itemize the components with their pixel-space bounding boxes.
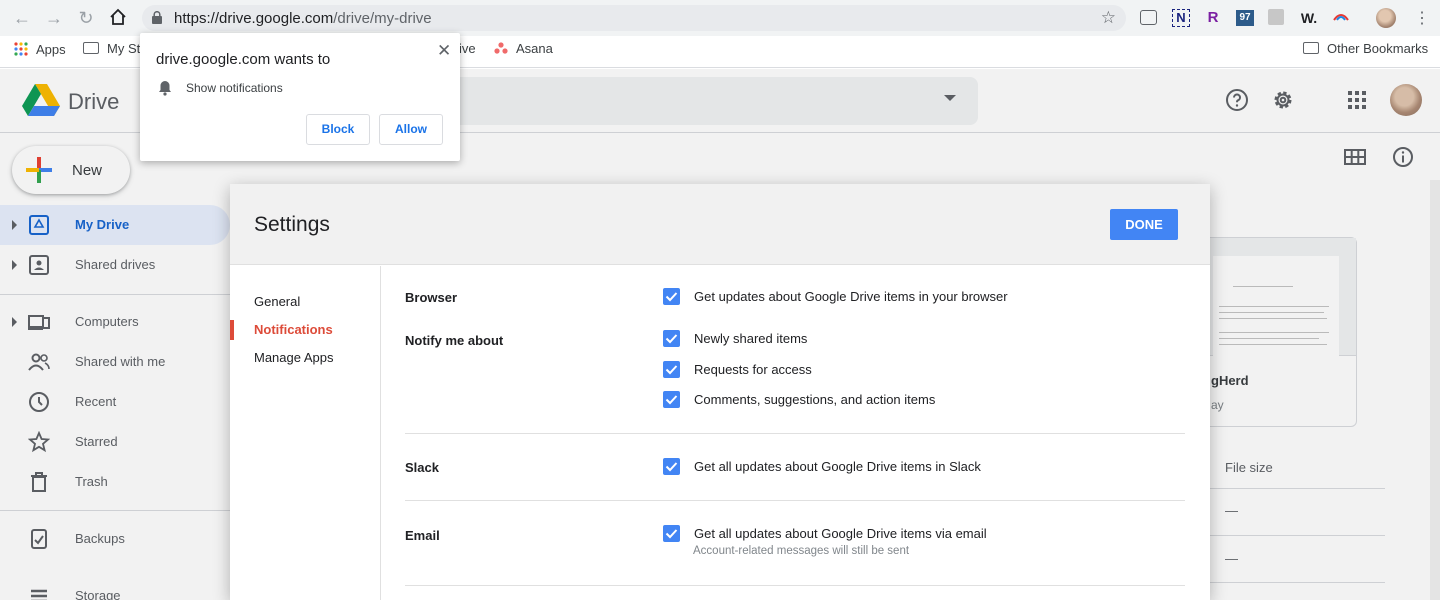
checkbox-checked[interactable] [663,525,680,542]
bookmark-drive[interactable]: ive [459,42,476,62]
option-label: Newly shared items [694,331,808,346]
asana-icon [494,42,508,54]
close-icon[interactable]: ✕ [437,41,451,61]
option-label: Comments, suggestions, and action items [694,392,936,407]
section-divider [405,585,1185,586]
folder-icon [1303,42,1319,54]
extension-grey-icon[interactable] [1268,9,1284,25]
option-label: Get updates about Google Drive items in … [694,289,1008,304]
checkmark-icon [665,334,678,344]
section-label-browser: Browser [405,290,458,305]
bookmark-star-icon[interactable]: ☆ [1101,8,1116,28]
checkmark-icon [665,292,678,302]
settings-nav [230,266,381,600]
permission-request-text: Show notifications [186,81,283,95]
address-bar[interactable]: https://drive.google.com/drive/my-drive … [142,5,1126,31]
browser-menu-icon[interactable]: ⋮ [1414,8,1430,28]
section-label-email: Email [405,528,440,543]
extension-rainbow-icon[interactable] [1332,9,1350,27]
settings-header: Settings DONE [230,184,1210,265]
bell-icon [159,81,171,96]
extension-r-icon[interactable]: R [1204,9,1222,27]
extension-n-icon[interactable]: N [1172,9,1190,27]
settings-nav-general[interactable]: General [254,294,300,309]
checkbox-checked[interactable] [663,391,680,408]
extension-97-icon[interactable]: 97 [1236,10,1254,26]
email-note: Account-related messages will still be s… [693,545,910,557]
checkbox-checked[interactable] [663,330,680,347]
section-divider [405,500,1185,501]
option-label: Requests for access [694,362,812,377]
back-arrow-icon[interactable]: ← [12,8,32,28]
reload-icon[interactable]: ↻ [76,8,96,28]
folder-icon [83,42,99,54]
url-text: https://drive.google.com/drive/my-drive [174,10,432,27]
settings-nav-notifications[interactable]: Notifications [254,322,333,337]
lock-icon [152,11,162,24]
section-divider [405,433,1185,434]
browser-toolbar: ← → ↻ https://drive.google.com/drive/my-… [0,0,1440,36]
settings-nav-manage-apps[interactable]: Manage Apps [254,350,334,365]
checkmark-icon [665,365,678,375]
extension-w-icon[interactable]: W. [1298,9,1320,27]
checkmark-icon [665,395,678,405]
block-button[interactable]: Block [306,114,370,145]
checkmark-icon [665,462,678,472]
section-label-slack: Slack [405,460,439,475]
permission-title: drive.google.com wants to [156,51,331,68]
settings-title: Settings [254,213,330,236]
checkbox-checked[interactable] [663,361,680,378]
checkbox-checked[interactable] [663,458,680,475]
done-button[interactable]: DONE [1110,209,1178,240]
active-nav-indicator [230,320,234,340]
notification-permission-popup: drive.google.com wants to ✕ Show notific… [140,33,460,161]
forward-arrow-icon[interactable]: → [44,8,64,28]
home-icon[interactable] [108,8,128,28]
checkmark-icon [665,529,678,539]
bookmark-other[interactable]: Other Bookmarks [1303,42,1428,62]
option-label: Get all updates about Google Drive items… [694,526,987,541]
option-label: Get all updates about Google Drive items… [694,459,981,474]
bookmark-apps[interactable]: Apps [14,42,66,62]
bookmark-my-stuff[interactable]: My St [83,42,140,62]
section-label-notify: Notify me about [405,333,504,348]
bookmark-asana[interactable]: Asana [494,42,553,62]
apps-grid-icon [14,42,28,56]
profile-avatar[interactable] [1376,8,1396,28]
settings-dialog: Settings DONE General Notifications Mana… [230,184,1210,600]
allow-button[interactable]: Allow [379,114,443,145]
checkbox-checked[interactable] [663,288,680,305]
extension-reader-icon[interactable] [1140,10,1157,25]
